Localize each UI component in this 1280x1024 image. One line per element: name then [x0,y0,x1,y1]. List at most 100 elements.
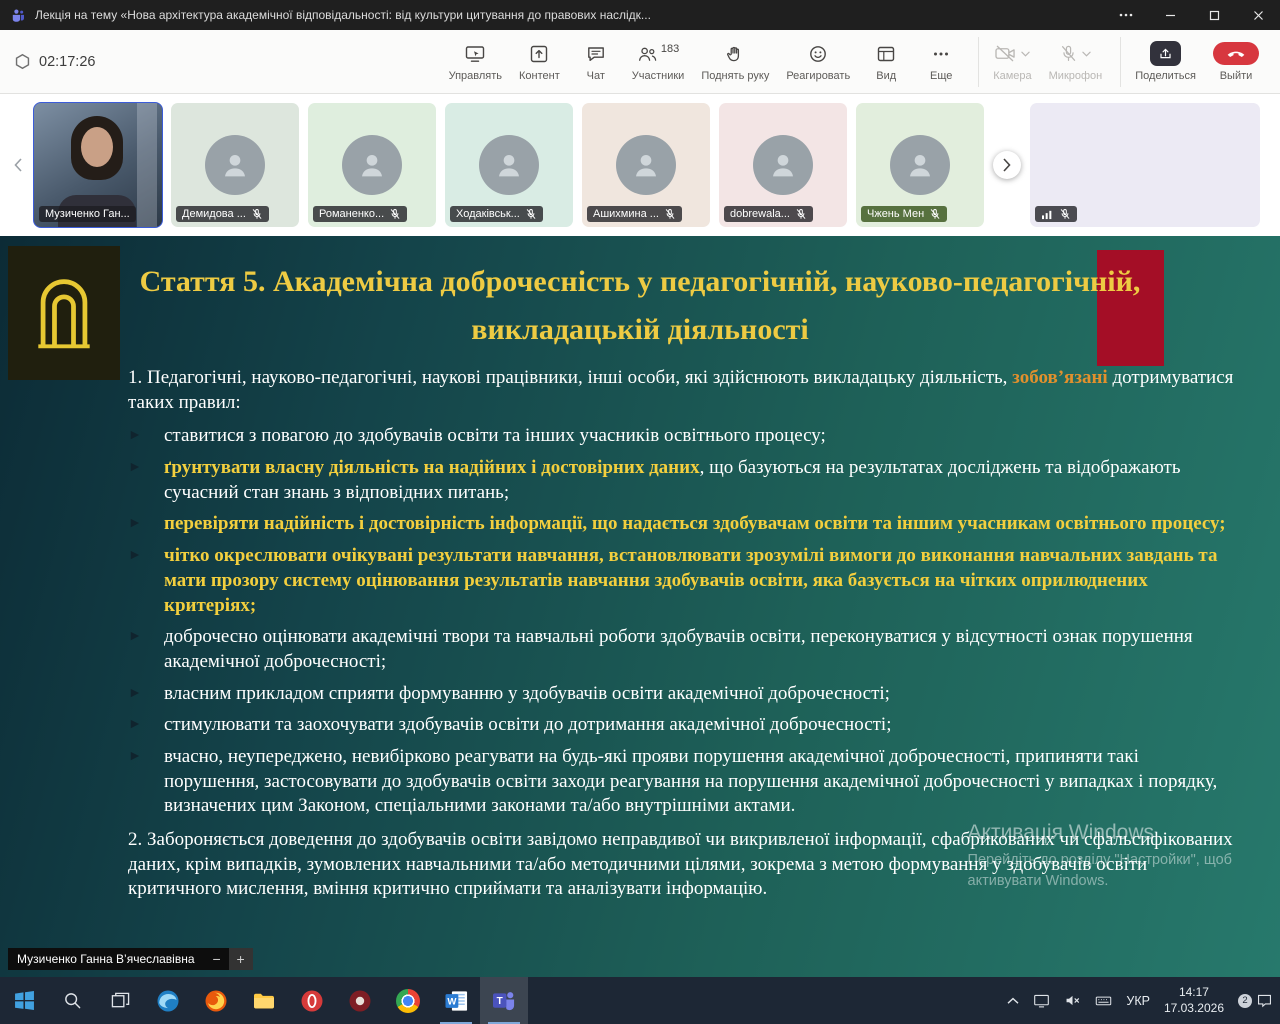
raise-hand-label: Поднять руку [701,70,769,82]
participant-tile[interactable]: dobrewala... [719,103,847,227]
mic-muted-icon [251,208,263,220]
presenter-name: Музиченко Ганна В’ячеславівна [17,952,195,966]
cast-display-icon[interactable] [1026,977,1057,1024]
share-button[interactable]: Поделиться [1120,37,1203,87]
taskbar-edge-icon[interactable] [144,977,192,1024]
mic-muted-icon [795,208,807,220]
participant-tile[interactable]: Ашихмина ... [582,103,710,227]
manage-button[interactable]: Управлять [442,37,509,87]
overflow-tile-slot [1030,103,1260,227]
taskbar-opera-icon[interactable] [288,977,336,1024]
participant-tile[interactable]: Романенко... [308,103,436,227]
participant-name-chip [1035,206,1077,222]
taskbar-word-icon[interactable]: W [432,977,480,1024]
participant-tile[interactable]: Демидова ... [171,103,299,227]
bullet-text-part: ґрунтувати власну діяльність на надійних… [164,457,700,478]
bullet-text: ставитися з повагою до здобувачів освіти… [164,424,826,449]
presentation-slide: Стаття 5. Академічна доброчесність у пед… [0,236,1280,977]
para1-text-prefix: 1. Педагогічні, науково-педагогічні, нау… [128,367,1012,388]
bullet-text: чітко окреслювати очікувані результати н… [164,544,1236,618]
bullet-text-part: чітко окреслювати очікувані результати н… [164,545,1217,615]
taskbar-browser-red-icon[interactable] [336,977,384,1024]
notifications-button[interactable]: 2 [1231,977,1280,1024]
camera-button[interactable]: Камера [978,37,1038,87]
participants-button[interactable]: 183Участники [625,37,692,87]
participant-tile[interactable]: Ходаківськ... [445,103,573,227]
participant-name: Демидова ... [182,208,246,220]
tray-hidden-icons-button[interactable] [1000,977,1026,1024]
bullet-marker-icon: ► [128,544,164,618]
window-more-icon[interactable] [1104,0,1148,30]
participant-name-chip: Ашихмина ... [587,206,682,222]
language-indicator[interactable]: УКР [1119,977,1157,1024]
slide-bullet: ►доброчесно оцінювати академічні твори т… [128,625,1236,674]
taskbar-file-explorer-icon[interactable] [240,977,288,1024]
raise-hand-icon-area [725,42,745,66]
react-button[interactable]: Реагировать [779,37,857,87]
bullet-text-part: стимулювати та заохочувати здобувачів ос… [164,714,891,735]
participant-name: Музиченко Ган... [45,208,130,220]
participant-tile[interactable]: Чжень Мен [856,103,984,227]
more-icon [931,44,951,64]
camera-label: Камера [993,70,1031,82]
presenter-name-overlay: Музиченко Ганна В’ячеславівна − + [8,948,253,970]
meeting-timer: 02:17:26 [14,53,95,70]
participant-name: dobrewala... [730,208,790,220]
bullet-marker-icon: ► [128,682,164,707]
avatar [616,135,676,195]
clock[interactable]: 14:17 17.03.2026 [1157,977,1231,1024]
avatar [890,135,950,195]
view-button[interactable]: Вид [860,37,912,87]
taskbar-firefox-icon[interactable] [192,977,240,1024]
avatar [479,135,539,195]
view-icon [876,44,896,64]
microphone-icon [1059,44,1078,63]
more-icon-area [931,42,951,66]
taskbar-chrome-icon[interactable] [384,977,432,1024]
leave-button[interactable]: Выйти [1206,37,1266,87]
participant-name-chip: Ходаківськ... [450,206,543,222]
raise-hand-icon [725,44,745,64]
zoom-out-button[interactable]: − [205,948,229,970]
microphone-button[interactable]: Микрофон [1042,37,1110,87]
chat-button[interactable]: Чат [570,37,622,87]
window-title: Лекція на тему «Нова архітектура академі… [35,8,1104,22]
raise-hand-button[interactable]: Поднять руку [694,37,776,87]
content-label: Контент [519,70,560,82]
slide-bullet: ►стимулювати та заохочувати здобувачів о… [128,713,1236,738]
content-button[interactable]: Контент [512,37,567,87]
participant-tile[interactable] [1030,103,1260,227]
taskbar-task-view-icon[interactable] [96,977,144,1024]
notification-badge: 2 [1238,994,1252,1008]
taskbar-start-icon[interactable] [0,977,48,1024]
volume-muted-icon[interactable] [1057,977,1088,1024]
minimize-icon[interactable] [1148,0,1192,30]
taskbar-teams-icon[interactable]: T [480,977,528,1024]
taskbar-search-icon[interactable] [48,977,96,1024]
close-icon[interactable] [1236,0,1280,30]
slide-bullet: ►ґрунтувати власну діяльність на надійни… [128,456,1236,505]
view-icon-area [876,42,896,66]
teams-logo-icon [10,7,26,23]
more-button[interactable]: Еще [915,37,967,87]
zoom-in-button[interactable]: + [229,948,253,970]
chevron-down-icon [1021,51,1030,57]
participants-icon [637,44,658,64]
mic-muted-icon [664,208,676,220]
chevron-down-icon [1082,51,1091,57]
slide-bullet: ►чітко окреслювати очікувані результати … [128,544,1236,618]
watermark-line-1: Перейдіть до розділу "Настройки", щоб [968,850,1232,872]
bullet-marker-icon: ► [128,512,164,537]
strip-scroll-left-button[interactable] [6,158,30,172]
participants-strip: Музиченко Ган... Демидова ... Романенко...… [0,94,1280,236]
manage-label: Управлять [449,70,502,82]
participant-name: Ходаківськ... [456,208,520,220]
maximize-icon[interactable] [1192,0,1236,30]
participant-name-chip: Чжень Мен [861,206,947,222]
touch-keyboard-icon[interactable] [1088,977,1119,1024]
strip-scroll-right-button[interactable] [993,151,1021,179]
slide-bullet-list: ► ставитися з повагою до здобувачів освіт… [128,424,1236,819]
participant-tile[interactable]: Музиченко Ган... [34,103,162,227]
share-icon-area [1150,42,1181,66]
participants-count-badge: 183 [661,43,679,55]
